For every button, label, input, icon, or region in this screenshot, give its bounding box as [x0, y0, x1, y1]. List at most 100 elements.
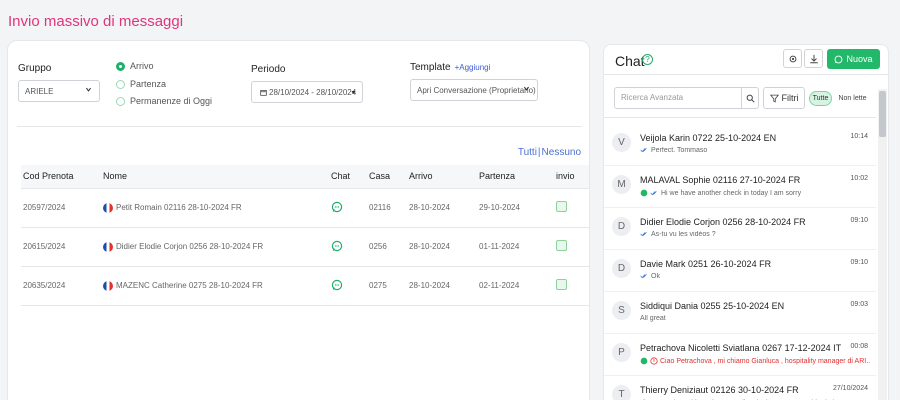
download-icon: [809, 54, 818, 63]
periodo-picker[interactable]: 28/10/2024 - 28/10/2024: [251, 81, 363, 103]
avatar: M: [612, 175, 631, 194]
scrollbar-thumb[interactable]: [879, 91, 886, 137]
chevron-down-icon: [85, 87, 92, 92]
cell-chat[interactable]: [331, 188, 369, 228]
cell-cod: 20597/2024: [21, 188, 103, 228]
cell-nome: MAZENC Catherine 0275 28-10-2024 FR: [103, 266, 331, 306]
filter-icon: [769, 94, 779, 103]
double-check-icon: [640, 148, 647, 153]
filter-button[interactable]: Filtri: [763, 87, 805, 109]
chat-list-item[interactable]: D Davie Mark 0251 26-10-2024 FR 09:10 Ok: [604, 250, 876, 292]
chat-list-item[interactable]: T Thierry Deniziaut 02126 30-10-2024 FR 27…: [604, 376, 876, 400]
template-label: Template +Aggiungi: [410, 62, 491, 73]
download-button[interactable]: [804, 49, 823, 68]
cell-casa: 0275: [369, 266, 409, 306]
flag-fr-icon: [103, 202, 113, 213]
cell-arrivo: 28-10-2024: [409, 266, 479, 306]
pill-unread[interactable]: Non lette: [836, 91, 869, 106]
gear-icon: [789, 55, 796, 62]
cell-nome: Didier Elodie Corjon 0256 28-10-2024 FR: [103, 227, 331, 267]
error-icon: [650, 357, 658, 365]
help-icon[interactable]: ?: [642, 54, 653, 65]
chat-contact-name: MALAVAL Sophie 02116 27-10-2024 FR: [640, 175, 801, 185]
avatar: S: [612, 301, 631, 320]
cell-nome: Petit Romain 02116 28-10-2024 FR: [103, 188, 331, 228]
chat-bubble-icon[interactable]: [331, 240, 343, 252]
double-check-icon: [640, 274, 647, 279]
chat-contact-name: Didier Elodie Corjon 0256 28-10-2024 FR: [640, 217, 806, 227]
double-check-icon: [650, 191, 657, 196]
radio-partenza[interactable]: Partenza: [116, 79, 166, 89]
chat-bubble-icon[interactable]: [331, 279, 343, 291]
invio-checkbox[interactable]: [556, 240, 567, 251]
chat-title: Chat: [615, 53, 645, 69]
col-casa: Casa: [369, 165, 409, 189]
invio-checkbox[interactable]: [556, 201, 567, 212]
gruppo-select[interactable]: ARIELE: [18, 80, 100, 102]
flag-fr-icon: [103, 280, 113, 291]
chat-list-item[interactable]: D Didier Elodie Corjon 0256 28-10-2024 FR…: [604, 208, 876, 250]
chat-last-message: Hi we have another check in today I am s…: [640, 189, 801, 197]
chat-bubble-icon[interactable]: [331, 201, 343, 213]
table-row: 20615/2024 Didier Elodie Corjon 0256 28-…: [21, 227, 589, 267]
col-chat: Chat: [331, 165, 369, 189]
chat-contact-name: Veijola Karin 0722 25-10-2024 EN: [640, 133, 777, 143]
template-select[interactable]: Apri Conversazione (Proprietario): [410, 79, 538, 101]
new-chat-button[interactable]: Nuova: [827, 49, 880, 69]
flag-fr-icon: [103, 241, 113, 252]
chat-list-item[interactable]: V Veijola Karin 0722 25-10-2024 EN 10:14 Pe…: [604, 124, 876, 166]
select-all-none: Tutti|Nessuno: [517, 147, 581, 158]
bulk-message-panel: Gruppo ARIELE Arrivo Partenza Permanenze…: [7, 40, 590, 400]
chat-last-message: Ok: [640, 273, 660, 280]
chat-timestamp: 09:10: [850, 259, 868, 266]
radio-icon-selected: [116, 61, 125, 71]
chat-scrollbar[interactable]: [878, 89, 887, 400]
chat-timestamp: 10:14: [850, 133, 868, 140]
select-all-link[interactable]: Tutti: [518, 147, 537, 158]
calendar-icon: [260, 89, 267, 96]
chat-list-item[interactable]: P Petrachova Nicoletti Sviatlana 0267 17-…: [604, 334, 876, 376]
table-header-row: Cod Prenota Nome Chat Casa Arrivo Parten…: [21, 165, 589, 189]
col-invio: invio: [556, 165, 589, 189]
cell-casa: 0256: [369, 227, 409, 267]
add-template-link[interactable]: +Aggiungi: [455, 63, 491, 72]
radio-label: Arrivo: [130, 61, 154, 71]
search-icon: [746, 94, 755, 103]
chat-timestamp: 09:03: [850, 301, 868, 308]
caret-down-icon: [351, 91, 356, 94]
select-none-link[interactable]: Nessuno: [542, 147, 581, 158]
chat-timestamp: 10:02: [850, 175, 868, 182]
avatar: P: [612, 343, 631, 362]
cell-invio: [556, 266, 589, 306]
table-row: 20635/2024 MAZENC Catherine 0275 28-10-2…: [21, 266, 589, 306]
divider: [17, 126, 582, 127]
invio-checkbox[interactable]: [556, 279, 567, 290]
gruppo-value: ARIELE: [25, 86, 54, 96]
cell-arrivo: 28-10-2024: [409, 188, 479, 228]
table-row: 20597/2024 Petit Romain 02116 28-10-2024…: [21, 188, 589, 228]
chat-last-message: As-tu vu les vidéos ?: [640, 231, 716, 238]
cell-chat[interactable]: [331, 266, 369, 306]
chevron-down-icon: [523, 86, 530, 91]
chat-list-item[interactable]: M MALAVAL Sophie 02116 27-10-2024 FR 10:02…: [604, 166, 876, 208]
double-check-icon: [640, 232, 647, 237]
chat-search-input[interactable]: Ricerca Avanzata: [614, 87, 747, 109]
radio-permanenze[interactable]: Permanenze di Oggi: [116, 96, 212, 106]
search-button[interactable]: [741, 87, 759, 109]
avatar: T: [612, 385, 631, 400]
chat-list-item[interactable]: S Siddiqui Dania 0255 25-10-2024 EN 09:03 A…: [604, 292, 876, 334]
chat-timestamp: 00:08: [850, 343, 868, 350]
settings-button[interactable]: [783, 49, 802, 68]
cell-chat[interactable]: [331, 227, 369, 267]
pill-all[interactable]: Tutte: [809, 91, 832, 106]
whatsapp-icon: [640, 189, 648, 197]
col-partenza: Partenza: [479, 165, 556, 189]
cell-partenza: 02-11-2024: [479, 266, 556, 306]
chat-last-message: Ciao Petrachova , mi chiamo Gianluca , h…: [640, 357, 870, 365]
chat-list: V Veijola Karin 0722 25-10-2024 EN 10:14 Pe…: [604, 117, 876, 400]
periodo-label: Periodo: [251, 64, 286, 75]
whatsapp-icon: [640, 357, 648, 365]
cell-arrivo: 28-10-2024: [409, 227, 479, 267]
chat-timestamp: 27/10/2024: [832, 385, 868, 392]
radio-arrivo[interactable]: Arrivo: [116, 61, 154, 71]
